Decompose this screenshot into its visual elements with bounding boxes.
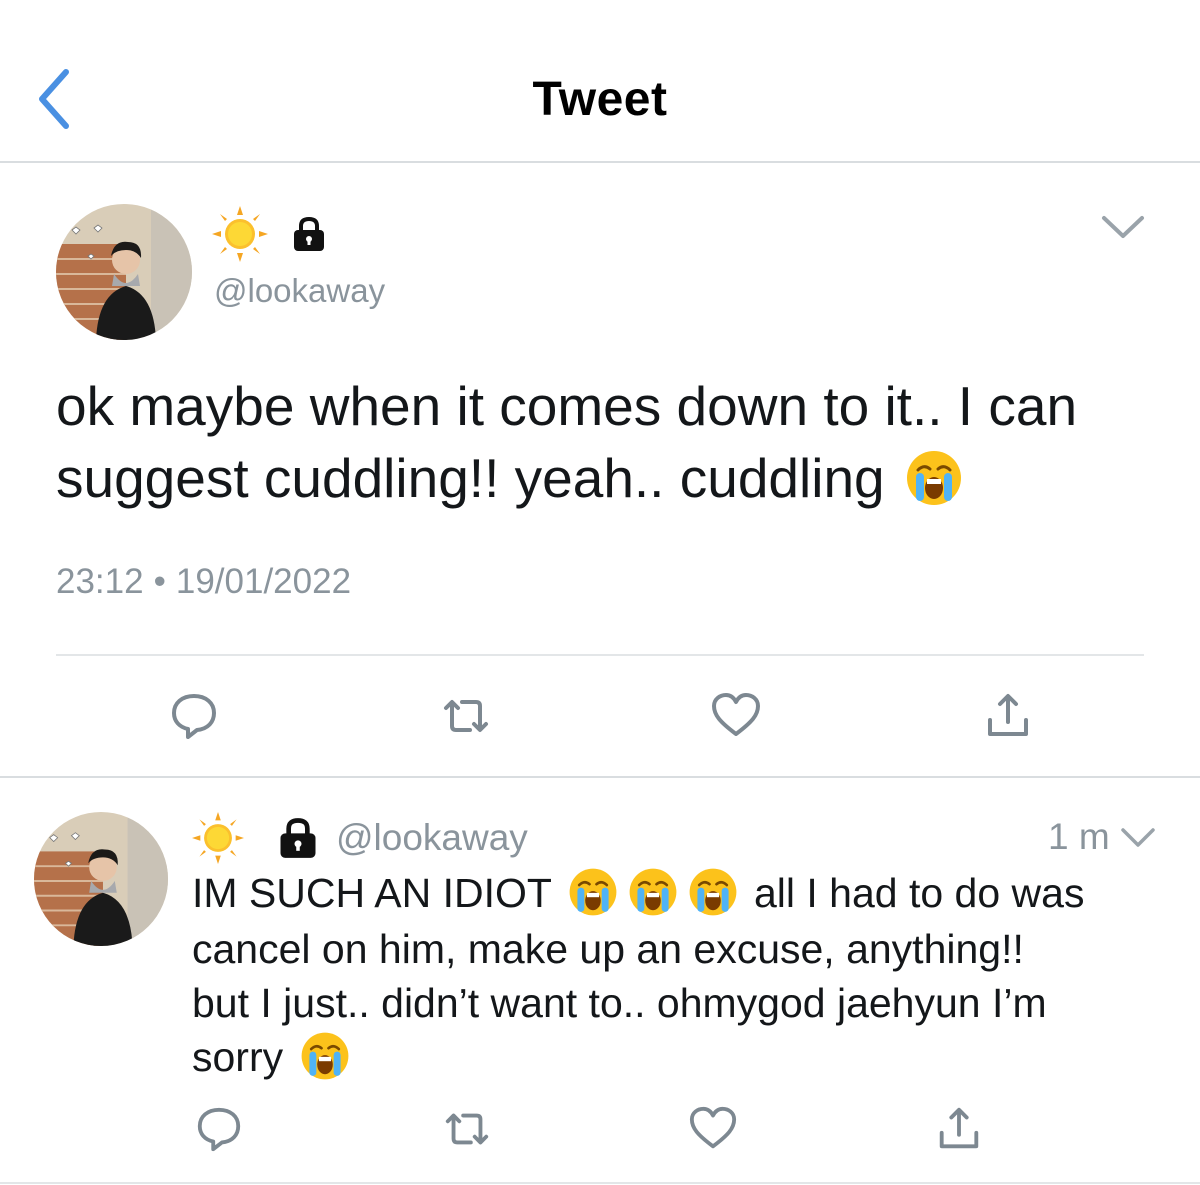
reply-icon bbox=[197, 1107, 241, 1152]
reply-more-options-button[interactable] bbox=[1120, 826, 1156, 850]
loudly-crying-face-icon bbox=[301, 1032, 348, 1080]
more-options-button[interactable] bbox=[1100, 212, 1146, 242]
meta-separator: • bbox=[153, 562, 166, 601]
reply-retweet-button[interactable] bbox=[440, 1104, 494, 1154]
lock-icon bbox=[294, 216, 324, 251]
tweet-timestamp: 23:12 • 19/01/2022 bbox=[56, 562, 351, 602]
reply-text-line: IM SUCH AN IDIOT all I had to do was bbox=[192, 866, 1172, 922]
reply-avatar[interactable] bbox=[34, 812, 168, 946]
avatar[interactable] bbox=[56, 204, 192, 340]
section-divider bbox=[0, 776, 1200, 778]
reply-text-line: sorry bbox=[192, 1030, 1172, 1086]
share-icon bbox=[988, 694, 1028, 736]
sun-icon bbox=[192, 812, 244, 864]
loudly-crying-face-icon bbox=[906, 451, 961, 506]
tweet-text-line: ok maybe when it comes down to it.. I ca… bbox=[56, 375, 1078, 437]
tweet-text: ok maybe when it comes down to it.. I ca… bbox=[56, 370, 1166, 514]
reply-reply-button[interactable] bbox=[194, 1104, 244, 1154]
share-icon bbox=[939, 1107, 979, 1149]
reply-text-line: but I just.. didn’t want to.. ohmygod ja… bbox=[192, 980, 1047, 1027]
sun-icon bbox=[212, 206, 268, 262]
heart-icon bbox=[712, 693, 760, 736]
chevron-down-icon bbox=[1121, 828, 1155, 847]
display-name bbox=[212, 206, 326, 262]
lock-icon bbox=[280, 818, 316, 858]
page-title: Tweet bbox=[532, 73, 668, 126]
reply-button[interactable] bbox=[168, 690, 220, 742]
divider bbox=[56, 654, 1144, 656]
retweet-icon bbox=[444, 700, 488, 732]
loudly-crying-face-icon bbox=[629, 868, 676, 916]
tweet-time: 23:12 bbox=[56, 562, 144, 601]
share-button[interactable] bbox=[982, 690, 1034, 742]
reply-time: 1 m bbox=[1048, 816, 1110, 857]
loudly-crying-face-icon bbox=[689, 868, 736, 916]
like-button[interactable] bbox=[710, 690, 762, 742]
heart-icon bbox=[689, 1106, 737, 1149]
reply-icon bbox=[172, 694, 216, 739]
divider bbox=[0, 1182, 1200, 1184]
reply-author: @lookaway bbox=[192, 812, 528, 864]
reply-share-button[interactable] bbox=[934, 1104, 984, 1154]
loudly-crying-face-icon bbox=[569, 868, 616, 916]
tweet-detail-screen: Tweet @lookaway ok maybe when it comes d… bbox=[0, 0, 1200, 1185]
tweet-text-line: suggest cuddling!! yeah.. cuddling bbox=[56, 442, 1166, 514]
reply-like-button[interactable] bbox=[688, 1104, 738, 1154]
user-handle[interactable]: @lookaway bbox=[214, 272, 385, 310]
nav-bar: Tweet bbox=[0, 0, 1200, 163]
reply-handle[interactable]: @lookaway bbox=[336, 817, 528, 859]
tweet-date: 19/01/2022 bbox=[175, 562, 352, 601]
reply-text: IM SUCH AN IDIOT all I had to do was can… bbox=[192, 866, 1172, 1086]
reply-text-line: cancel on him, make up an excuse, anythi… bbox=[192, 926, 1024, 973]
retweet-button[interactable] bbox=[438, 690, 494, 742]
retweet-icon bbox=[445, 1113, 489, 1145]
chevron-down-icon bbox=[1102, 216, 1144, 238]
